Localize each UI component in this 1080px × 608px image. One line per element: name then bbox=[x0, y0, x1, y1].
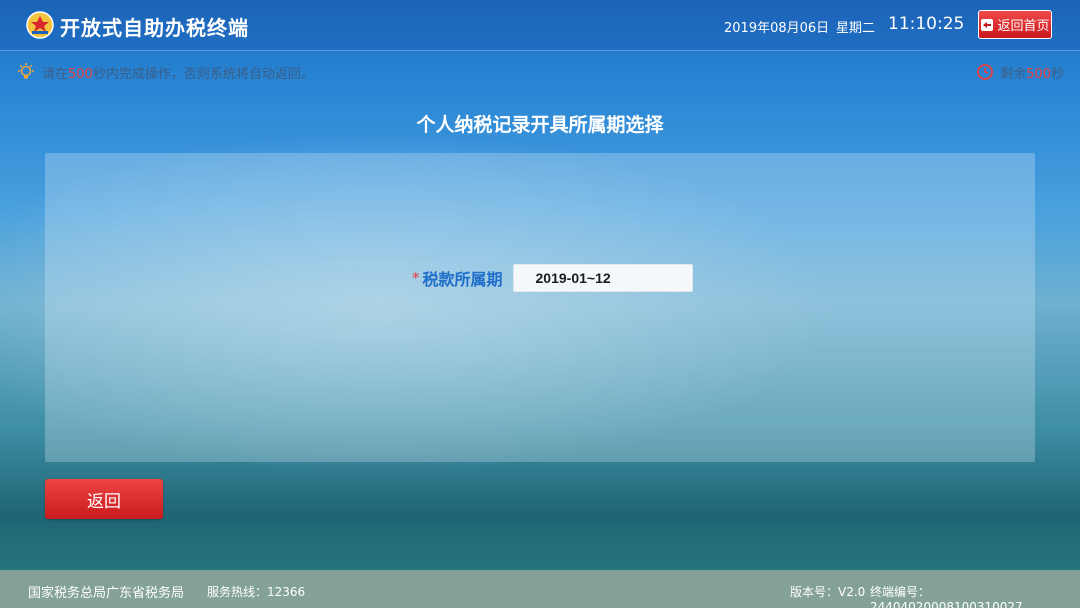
tax-period-label: 税款所属期 bbox=[422, 270, 503, 289]
timeout-notice: 请在500秒内完成操作，否则系统将自动返回。 bbox=[16, 62, 314, 82]
clock-icon bbox=[977, 64, 994, 80]
top-bar: 开放式自助办税终端 2019年08月06日 星期二 11:10:25 返回首页 bbox=[0, 0, 1080, 51]
clock-display: 11:10:25 bbox=[888, 14, 965, 34]
countdown-timer: 剩余500秒 bbox=[976, 62, 1064, 82]
footer-version: 版本号：V2.0 bbox=[790, 585, 866, 599]
tax-emblem-icon bbox=[26, 11, 54, 39]
timer-seconds: 500 bbox=[1026, 66, 1051, 82]
app-title: 开放式自助办税终端 bbox=[60, 16, 249, 40]
return-home-label: 返回首页 bbox=[997, 19, 1050, 34]
exit-icon bbox=[981, 18, 994, 31]
timer-prefix: 剩余 bbox=[1000, 66, 1027, 82]
lightbulb-icon bbox=[18, 63, 34, 79]
page-title: 个人纳税记录开具所属期选择 bbox=[416, 114, 664, 136]
notice-prefix: 请在 bbox=[42, 66, 69, 82]
return-home-button[interactable]: 返回首页 bbox=[978, 10, 1052, 39]
timer-suffix: 秒 bbox=[1050, 66, 1064, 82]
footer-hotline: 服务热线：12366 bbox=[207, 585, 306, 599]
date-display: 2019年08月06日 bbox=[724, 21, 830, 36]
footer-terminal-id: 终端编号：24404020008100310027 bbox=[870, 585, 1023, 608]
footer-bar: 国家税务总局广东省税务局 服务热线：12366 版本号：V2.0 终端编号：24… bbox=[0, 570, 1080, 608]
footer-org: 国家税务总局广东省税务局 bbox=[28, 586, 185, 601]
tax-period-input[interactable] bbox=[512, 264, 693, 292]
notice-suffix: 秒内完成操作，否则系统将自动返回。 bbox=[92, 66, 314, 82]
back-button[interactable]: 返回 bbox=[45, 479, 163, 519]
notice-seconds: 500 bbox=[68, 66, 93, 82]
form-panel: * 税款所属期 bbox=[45, 153, 1035, 462]
required-mark: * bbox=[412, 269, 420, 287]
tax-period-field: * 税款所属期 bbox=[412, 264, 693, 292]
weekday-display: 星期二 bbox=[836, 21, 876, 36]
